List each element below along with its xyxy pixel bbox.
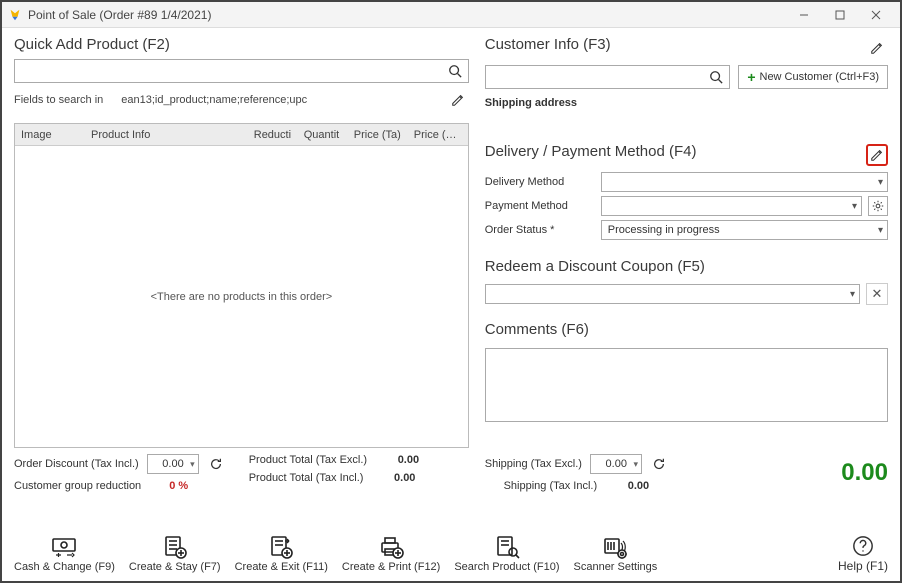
search-icon[interactable] — [707, 70, 725, 84]
chevron-down-icon: ▾ — [878, 177, 883, 188]
quick-add-title: Quick Add Product (F2) — [14, 36, 469, 53]
group-reduction-label: Customer group reduction — [14, 480, 141, 492]
coupon-title: Redeem a Discount Coupon (F5) — [485, 258, 888, 275]
comments-title: Comments (F6) — [485, 321, 888, 338]
close-icon: ✕ — [872, 286, 883, 302]
product-table: Image Product Info Reducti Quantit Price… — [14, 123, 469, 448]
shipping-excl-label: Shipping (Tax Excl.) — [485, 458, 582, 470]
customer-search-input[interactable] — [490, 68, 708, 86]
shipping-address-label: Shipping address — [485, 97, 888, 109]
search-product-button[interactable]: Search Product (F10) — [454, 535, 559, 573]
delivery-method-label: Delivery Method — [485, 176, 595, 188]
totals-row: Order Discount (Tax Incl.) 0.00 Customer… — [2, 448, 900, 492]
gear-icon — [872, 200, 884, 212]
fields-to-search-label: Fields to search in — [14, 94, 103, 106]
order-discount-label: Order Discount (Tax Incl.) — [14, 458, 139, 470]
product-total-incl-value: 0.00 — [371, 472, 415, 484]
order-status-dropdown[interactable]: Processing in progress ▾ — [601, 220, 888, 240]
window-title: Point of Sale (Order #89 1/4/2021) — [28, 8, 211, 22]
right-column: Customer Info (F3) + New Customer (Ctrl+… — [485, 36, 888, 448]
refresh-icon — [209, 457, 223, 471]
edit-customer-icon[interactable] — [866, 37, 888, 59]
product-total-incl-label: Product Total (Tax Incl.) — [249, 472, 364, 484]
payment-method-label: Payment Method — [485, 200, 595, 212]
order-status-label: Order Status * — [485, 224, 595, 236]
th-image[interactable]: Image — [15, 129, 85, 141]
action-bar: Cash & Change (F9) Create & Stay (F7) Cr… — [2, 525, 900, 581]
chevron-down-icon: ▾ — [878, 225, 883, 236]
th-info[interactable]: Product Info — [85, 129, 248, 141]
payment-settings-button[interactable] — [868, 196, 888, 216]
cash-change-button[interactable]: Cash & Change (F9) — [14, 535, 115, 573]
printer-plus-icon — [377, 535, 405, 559]
refresh-shipping-button[interactable] — [650, 455, 668, 473]
new-customer-button[interactable]: + New Customer (Ctrl+F3) — [738, 65, 888, 89]
coupon-dropdown[interactable]: ▾ — [485, 284, 860, 304]
edit-fields-icon[interactable] — [447, 89, 469, 111]
document-exit-icon — [267, 535, 295, 559]
delivery-method-dropdown[interactable]: ▾ — [601, 172, 888, 192]
quick-add-search[interactable] — [14, 59, 469, 83]
window-minimize-button[interactable] — [786, 4, 822, 26]
plus-icon: + — [747, 70, 755, 84]
clear-coupon-button[interactable]: ✕ — [866, 283, 888, 305]
grand-total: 0.00 — [841, 459, 888, 487]
document-plus-icon — [161, 535, 189, 559]
refresh-icon — [652, 457, 666, 471]
comments-input[interactable] — [485, 348, 888, 422]
scanner-icon — [601, 535, 629, 559]
edit-delivery-payment-icon[interactable] — [866, 144, 888, 166]
left-column: Quick Add Product (F2) Fields to search … — [14, 36, 469, 448]
shipping-excl-input[interactable]: 0.00 — [590, 454, 642, 474]
quick-add-search-input[interactable] — [19, 62, 446, 80]
shipping-incl-label: Shipping (Tax Incl.) — [504, 480, 598, 492]
document-search-icon — [493, 535, 521, 559]
search-icon[interactable] — [446, 64, 464, 78]
empty-products-label: <There are no products in this order> — [15, 146, 468, 447]
new-customer-label: New Customer (Ctrl+F3) — [760, 71, 880, 83]
th-qty[interactable]: Quantit — [298, 129, 348, 141]
cash-icon — [50, 535, 78, 559]
scanner-settings-button[interactable]: Scanner Settings — [574, 535, 658, 573]
chevron-down-icon: ▾ — [852, 201, 857, 212]
product-total-excl-label: Product Total (Tax Excl.) — [249, 454, 367, 466]
product-table-header: Image Product Info Reducti Quantit Price… — [15, 124, 468, 146]
th-reduct[interactable]: Reducti — [248, 129, 298, 141]
titlebar: Point of Sale (Order #89 1/4/2021) — [2, 2, 900, 28]
th-price-tax[interactable]: Price (Ta) — [348, 129, 408, 141]
create-stay-button[interactable]: Create & Stay (F7) — [129, 535, 221, 573]
help-icon — [852, 535, 874, 557]
app-icon — [8, 8, 22, 22]
window-maximize-button[interactable] — [822, 4, 858, 26]
shipping-incl-value: 0.00 — [605, 480, 649, 492]
delivery-payment-title: Delivery / Payment Method (F4) — [485, 143, 697, 160]
window-close-button[interactable] — [858, 4, 894, 26]
product-total-excl-value: 0.00 — [375, 454, 419, 466]
refresh-discount-button[interactable] — [207, 455, 225, 473]
th-price-taxi[interactable]: Price (Tax I — [408, 129, 468, 141]
customer-search[interactable] — [485, 65, 731, 89]
payment-method-dropdown[interactable]: ▾ — [601, 196, 862, 216]
fields-to-search-value: ean13;id_product;name;reference;upc — [121, 94, 428, 106]
create-print-button[interactable]: Create & Print (F12) — [342, 535, 440, 573]
order-discount-input[interactable]: 0.00 — [147, 454, 199, 474]
create-exit-button[interactable]: Create & Exit (F11) — [235, 535, 328, 573]
help-button[interactable]: Help (F1) — [838, 535, 888, 573]
group-reduction-value: 0 % — [169, 480, 188, 492]
customer-info-title: Customer Info (F3) — [485, 36, 611, 53]
chevron-down-icon: ▾ — [850, 289, 855, 300]
